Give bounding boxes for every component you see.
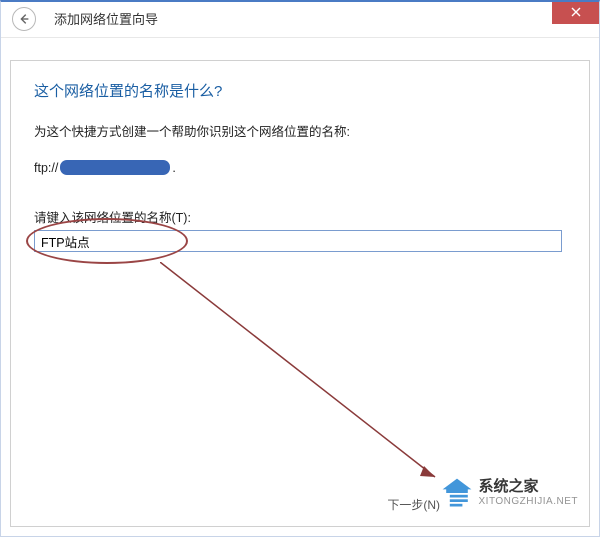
instruction-text: 为这个快捷方式创建一个帮助你识别这个网络位置的名称: <box>34 121 566 140</box>
url-prefix: ftp:// <box>34 161 58 175</box>
next-button[interactable]: 下一步(N) <box>387 496 440 513</box>
close-icon <box>571 7 581 17</box>
titlebar: 添加网络位置向导 <box>0 0 600 38</box>
name-input-label: 请键入该网络位置的名称(T): <box>34 207 566 226</box>
window-title: 添加网络位置向导 <box>54 9 158 28</box>
watermark-domain: XITONGZHIJIA.NET <box>479 496 579 507</box>
back-button[interactable] <box>12 7 36 31</box>
arrow-left-icon <box>17 12 31 26</box>
close-button[interactable] <box>552 0 600 24</box>
house-icon <box>439 475 475 511</box>
redacted-host <box>60 160 170 175</box>
page-heading: 这个网络位置的名称是什么? <box>34 80 566 101</box>
next-label: 下一步(N) <box>387 496 440 513</box>
url-display: ftp:// . <box>34 160 566 175</box>
annotation-arrow <box>160 262 460 502</box>
wizard-content: 这个网络位置的名称是什么? 为这个快捷方式创建一个帮助你识别这个网络位置的名称:… <box>0 38 600 252</box>
url-suffix: . <box>172 161 175 175</box>
location-name-input[interactable] <box>34 230 562 252</box>
watermark-name: 系统之家 <box>479 479 579 496</box>
watermark: 系统之家 XITONGZHIJIA.NET <box>439 475 579 511</box>
